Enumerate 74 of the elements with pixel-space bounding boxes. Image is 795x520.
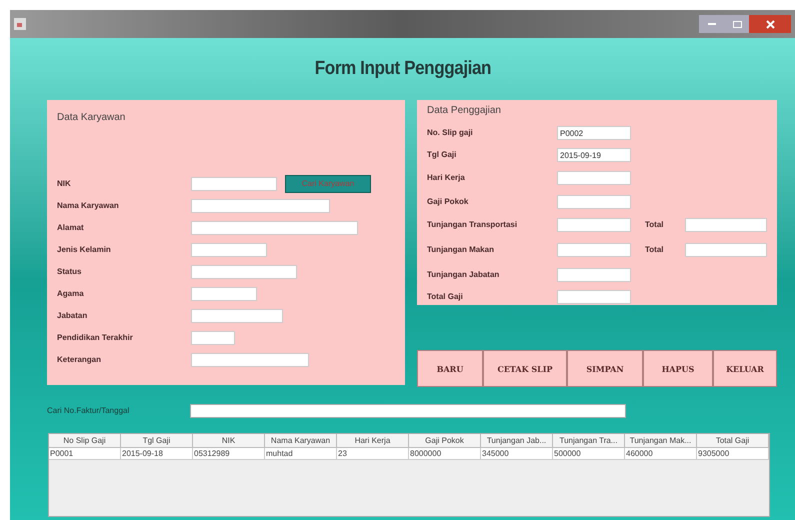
table-cell: 2015-09-18 [121,448,193,460]
panel-title: Data Penggajian [427,104,502,118]
minimize-button[interactable] [699,15,725,33]
column-header[interactable]: Gaji Pokok [409,434,481,448]
total-label: Total [645,244,665,256]
field-label: NIK [57,178,72,190]
input-field[interactable] [191,287,257,301]
input-field[interactable] [557,290,631,304]
column-header[interactable]: Tunjangan Jab... [481,434,553,448]
field-label: Alamat [57,222,85,234]
field-label: Hari Kerja [427,172,466,184]
table-cell: 8000000 [409,448,481,460]
search-field[interactable] [190,404,626,418]
field-label: Tunjangan Transportasi [427,218,518,230]
column-header[interactable]: No Slip Gaji [49,434,121,448]
field-label: Total Gaji [427,291,464,303]
table-cell: 23 [337,448,409,460]
maximize-button[interactable] [725,15,749,33]
search-label: Cari No.Faktur/Tanggal [47,405,130,417]
input-field[interactable] [191,309,283,323]
input-field[interactable] [557,171,631,185]
input-field[interactable] [191,331,235,345]
action-button[interactable]: HAPUS [643,350,713,387]
input-field[interactable] [191,265,297,279]
input-field[interactable] [191,243,267,257]
input-field[interactable] [191,353,309,367]
input-field[interactable] [557,218,631,232]
action-button[interactable]: SIMPAN [567,350,643,387]
total-label: Total [645,218,665,230]
panel-title: Data Karyawan [57,111,126,125]
input-field[interactable] [557,194,631,208]
minimize-icon [708,23,716,25]
field-label: Jenis Kelamin [57,244,112,256]
action-button[interactable]: BARU [417,350,483,387]
field-label: Tunjangan Makan [427,244,495,256]
total-field[interactable] [685,242,767,256]
field-label: Tunjangan Jabatan [427,268,500,280]
column-header[interactable]: Total Gaji [697,434,769,448]
close-icon [766,20,774,28]
table-cell: 345000 [481,448,553,460]
column-header[interactable]: NIK [193,434,265,448]
field-label: Jabatan [57,310,88,322]
input-field[interactable] [191,177,277,191]
input-field[interactable] [557,242,631,256]
action-button[interactable]: CETAK SLIP [483,350,567,387]
field-label: Keterangan [57,354,102,366]
form-title: Form Input Penggajian [314,56,491,81]
total-field[interactable] [685,218,767,232]
column-header[interactable]: Tunjangan Mak... [625,434,697,448]
field-label: Nama Karyawan [57,200,120,212]
table-cell: 500000 [553,448,625,460]
table-cell: muhtad [265,448,337,460]
action-button[interactable]: KELUAR [713,350,777,387]
field-label: Pendidikan Terakhir [57,332,134,344]
input-field[interactable]: 2015-09-19 [557,148,631,162]
table-cell: 05312989 [193,448,265,460]
column-header[interactable]: Tgl Gaji [121,434,193,448]
column-header[interactable]: Hari Kerja [337,434,409,448]
field-label: Agama [57,288,85,300]
table-cell: 9305000 [697,448,769,460]
input-field[interactable] [191,199,330,213]
table-cell: 460000 [625,448,697,460]
input-field[interactable] [191,221,358,235]
input-field[interactable]: P0002 [557,126,631,140]
column-header[interactable]: Tunjangan Tra... [553,434,625,448]
field-label: Gaji Pokok [427,196,470,208]
column-header[interactable]: Nama Karyawan [265,434,337,448]
input-field[interactable] [557,268,631,282]
field-label: Tgl Gaji [427,149,458,161]
field-label: Status [57,266,82,278]
close-button[interactable] [749,15,791,33]
field-label: No. Slip gaji [427,127,474,139]
maximize-icon [732,20,742,28]
table-cell: P0001 [49,448,121,460]
